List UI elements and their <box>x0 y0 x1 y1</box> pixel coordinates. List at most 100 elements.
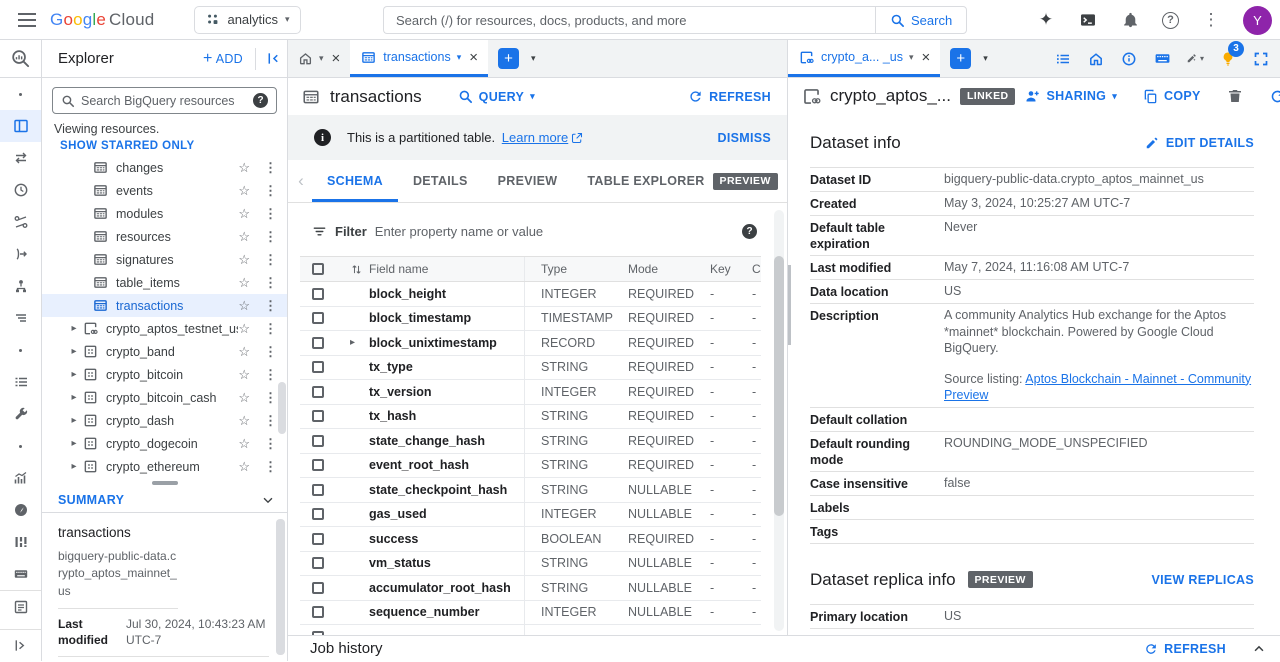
dataplex-compass-icon[interactable] <box>0 494 41 526</box>
cloud-shell-icon[interactable] <box>1078 10 1098 30</box>
row-checkbox[interactable] <box>312 606 324 618</box>
recommendations-bulb-icon[interactable]: 3 <box>1219 50 1237 68</box>
collapse-job-history-icon[interactable] <box>1252 642 1266 656</box>
expander-icon[interactable]: ▸ <box>66 346 82 357</box>
governance-icon[interactable] <box>0 302 41 334</box>
tree-item-crypto_dogecoin[interactable]: ▸crypto_dogecoin☆⋮ <box>42 432 287 455</box>
scroll-tabs-left-icon[interactable]: ‹ <box>290 160 312 202</box>
more-actions-icon[interactable]: ⋮ <box>264 413 277 429</box>
refresh-icon[interactable] <box>1269 88 1280 105</box>
chevron-down-icon[interactable] <box>261 493 275 507</box>
view-tab-preview[interactable]: PREVIEW <box>483 160 573 202</box>
row-checkbox[interactable] <box>312 459 324 471</box>
more-actions-icon[interactable]: ⋮ <box>264 436 277 452</box>
more-actions-icon[interactable]: ⋮ <box>264 459 277 475</box>
expander-icon[interactable]: ▸ <box>66 392 82 403</box>
star-icon[interactable]: ☆ <box>238 367 250 383</box>
search-button[interactable]: Search <box>875 6 967 34</box>
show-starred-only-link[interactable]: SHOW STARRED ONLY <box>42 137 287 156</box>
more-options-icon[interactable]: ⋮ <box>1201 10 1221 30</box>
star-icon[interactable]: ☆ <box>238 183 250 199</box>
expander-icon[interactable]: ▸ <box>66 369 82 380</box>
star-icon[interactable]: ☆ <box>238 252 250 268</box>
view-tab-schema[interactable]: SCHEMA <box>312 160 398 202</box>
row-checkbox[interactable] <box>312 410 324 422</box>
select-all-checkbox[interactable] <box>312 263 324 275</box>
resource-hierarchy-icon[interactable] <box>0 270 41 302</box>
star-icon[interactable]: ☆ <box>238 436 250 452</box>
migration-icon[interactable] <box>0 238 41 270</box>
expander-icon[interactable]: ▸ <box>66 323 82 334</box>
dataset-tab[interactable]: crypto_a... _us ▾ × <box>788 40 940 77</box>
more-actions-icon[interactable]: ⋮ <box>264 321 277 337</box>
chevron-down-icon[interactable]: ▾ <box>319 53 324 64</box>
analytics-hub-icon[interactable] <box>0 206 41 238</box>
transactions-tab[interactable]: transactions ▾ × <box>350 40 488 77</box>
scheduled-queries-icon[interactable] <box>0 174 41 206</box>
monitoring-chart-icon[interactable] <box>0 462 41 494</box>
query-button[interactable]: QUERY▾ <box>458 89 535 104</box>
tree-item-crypto_aptos_testnet_us[interactable]: ▸crypto_aptos_testnet_us☆⋮ <box>42 317 287 340</box>
expander-icon[interactable]: ▸ <box>66 415 82 426</box>
expand-rail-icon[interactable] <box>0 629 41 661</box>
help-icon[interactable]: ? <box>742 224 757 239</box>
collapse-explorer-icon[interactable] <box>255 48 281 70</box>
more-actions-icon[interactable]: ⋮ <box>264 229 277 245</box>
new-tab-button[interactable]: + <box>498 48 519 69</box>
expander-icon[interactable]: ▸ <box>350 337 355 348</box>
editor-settings-icon[interactable]: ▾ <box>1186 50 1204 68</box>
more-actions-icon[interactable]: ⋮ <box>264 252 277 268</box>
view-replicas-button[interactable]: VIEW REPLICAS <box>1151 573 1254 587</box>
expander-icon[interactable]: ▸ <box>66 461 82 472</box>
more-actions-icon[interactable]: ⋮ <box>264 206 277 222</box>
more-actions-icon[interactable]: ⋮ <box>264 390 277 406</box>
star-icon[interactable]: ☆ <box>238 321 250 337</box>
chevron-down-icon[interactable]: ▾ <box>531 53 536 64</box>
star-icon[interactable]: ☆ <box>238 413 250 429</box>
project-selector[interactable]: analytics ▾ <box>194 6 300 34</box>
tree-item-events[interactable]: events☆⋮ <box>42 179 287 202</box>
close-icon[interactable]: × <box>332 50 341 67</box>
more-actions-icon[interactable]: ⋮ <box>264 160 277 176</box>
tree-item-crypto_dash[interactable]: ▸crypto_dash☆⋮ <box>42 409 287 432</box>
chevron-down-icon[interactable]: ▾ <box>983 53 988 64</box>
job-history-refresh-button[interactable]: REFRESH <box>1144 642 1226 656</box>
shortcuts-keyboard-icon[interactable] <box>1153 50 1171 68</box>
capacity-icon[interactable] <box>0 558 41 590</box>
delete-icon[interactable] <box>1227 88 1243 104</box>
copy-button[interactable]: COPY <box>1143 89 1201 104</box>
explorer-panel-icon[interactable] <box>0 110 41 142</box>
star-icon[interactable]: ☆ <box>238 298 250 314</box>
row-checkbox[interactable] <box>312 361 324 373</box>
tree-item-resources[interactable]: resources☆⋮ <box>42 225 287 248</box>
table-of-contents-icon[interactable] <box>1054 50 1072 68</box>
notebooks-icon[interactable] <box>0 590 41 622</box>
row-checkbox[interactable] <box>312 631 324 635</box>
fullscreen-icon[interactable] <box>1252 50 1270 68</box>
gemini-icon[interactable]: ✦ <box>1036 10 1056 30</box>
tree-item-modules[interactable]: modules☆⋮ <box>42 202 287 225</box>
bi-engine-icon[interactable] <box>0 526 41 558</box>
close-icon[interactable]: × <box>469 49 478 66</box>
star-icon[interactable]: ☆ <box>238 459 250 475</box>
help-icon[interactable]: ? <box>253 93 268 108</box>
learn-more-link[interactable]: Learn more <box>502 130 583 145</box>
summary-scrollbar[interactable] <box>276 519 285 655</box>
sort-icon[interactable] <box>350 263 363 276</box>
row-checkbox[interactable] <box>312 386 324 398</box>
view-tab-details[interactable]: DETAILS <box>398 160 483 202</box>
close-icon[interactable]: × <box>922 49 931 66</box>
menu-icon[interactable] <box>10 3 44 37</box>
home-tab[interactable]: ▾ × <box>288 40 350 77</box>
add-data-button[interactable]: +ADD <box>203 50 243 68</box>
explorer-search-input[interactable] <box>81 94 247 108</box>
explorer-scrollbar[interactable] <box>278 382 286 434</box>
notifications-bell-icon[interactable] <box>1120 10 1140 30</box>
summary-drag-handle[interactable] <box>42 478 287 488</box>
more-actions-icon[interactable]: ⋮ <box>264 275 277 291</box>
view-tab-table-explorer[interactable]: TABLE EXPLORERPREVIEW <box>572 160 792 202</box>
transfers-icon[interactable] <box>0 142 41 174</box>
star-icon[interactable]: ☆ <box>238 275 250 291</box>
chevron-down-icon[interactable]: ▾ <box>909 52 914 63</box>
tree-item-changes[interactable]: changes☆⋮ <box>42 156 287 179</box>
